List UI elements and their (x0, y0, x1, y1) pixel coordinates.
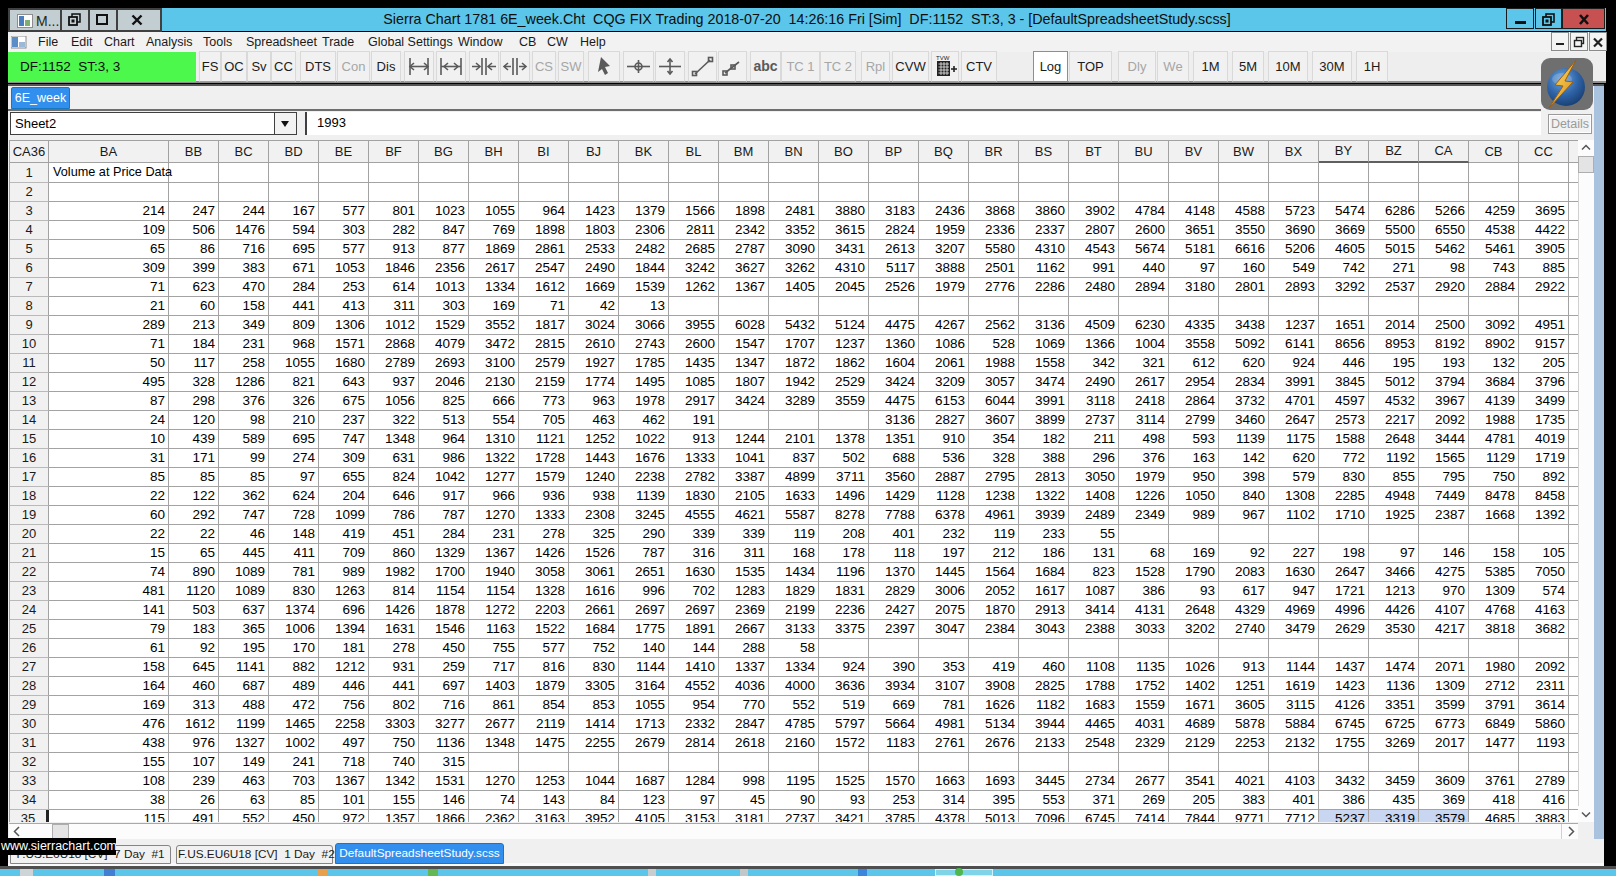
svg-text:TVW: TVW (936, 55, 950, 61)
